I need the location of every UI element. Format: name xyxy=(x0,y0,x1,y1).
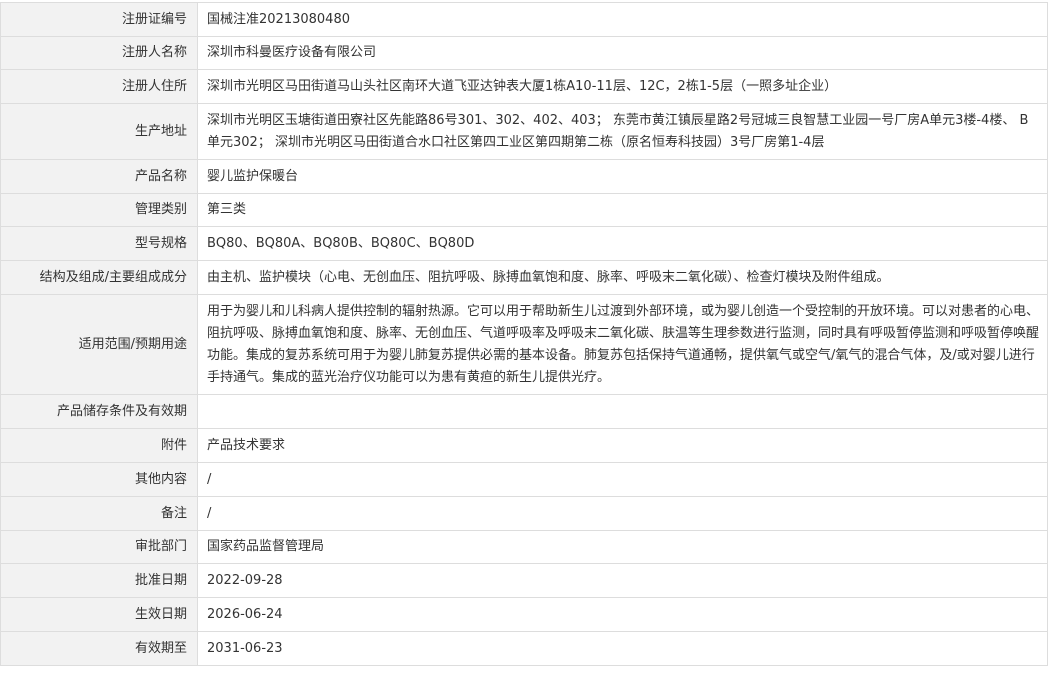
field-value: 2022-09-28 xyxy=(197,563,1048,598)
field-value: BQ80、BQ80A、BQ80B、BQ80C、BQ80D xyxy=(197,226,1048,261)
field-label: 备注 xyxy=(0,496,198,531)
label-text: 适用范围/预期用途 xyxy=(78,336,187,352)
field-value: 2026-06-24 xyxy=(197,597,1048,632)
value-text: 婴儿监护保暖台 xyxy=(207,168,299,184)
value-text: 国械注准20213080480 xyxy=(207,11,350,27)
table-row-registrant-name: 注册人名称 深圳市科曼医疗设备有限公司 xyxy=(0,36,1048,70)
field-value: 婴儿监护保暖台 xyxy=(197,159,1048,194)
label-text: 有效期至 xyxy=(134,640,187,656)
field-label: 审批部门 xyxy=(0,530,198,564)
field-label: 生产地址 xyxy=(0,103,198,160)
table-row-management-category: 管理类别 第三类 xyxy=(0,193,1048,227)
table-row-approval-date: 批准日期 2022-09-28 xyxy=(0,563,1048,598)
value-text: 深圳市科曼医疗设备有限公司 xyxy=(207,45,377,60)
table-row-approval-department: 审批部门 国家药品监督管理局 xyxy=(0,530,1048,564)
value-text: BQ80、BQ80A、BQ80B、BQ80C、BQ80D xyxy=(207,235,475,251)
field-value: 深圳市科曼医疗设备有限公司 xyxy=(197,36,1048,70)
value-text: 2022-09-28 xyxy=(207,572,283,588)
field-value: 2031-06-23 xyxy=(197,631,1048,666)
label-text: 注册人名称 xyxy=(121,45,187,60)
table-row-remarks: 备注 / xyxy=(0,496,1048,531)
label-text: 其他内容 xyxy=(134,471,187,487)
value-text: / xyxy=(207,471,212,487)
table-row-effective-date: 生效日期 2026-06-24 xyxy=(0,597,1048,632)
field-label: 附件 xyxy=(0,428,198,463)
table-row-registrant-address: 注册人住所 深圳市光明区马田街道马山头社区南环大道飞亚达钟表大厦1栋A10-11… xyxy=(0,69,1048,104)
label-text: 备注 xyxy=(160,505,187,521)
field-label: 适用范围/预期用途 xyxy=(0,294,198,395)
value-text: 用于为婴儿和儿科病人提供控制的辐射热源。它可以用于帮助新生儿过渡到外部环境，或为… xyxy=(207,303,1040,385)
field-label: 结构及组成/主要组成成分 xyxy=(0,260,198,295)
registration-detail-table: 注册证编号 国械注准20213080480 注册人名称 深圳市科曼医疗设备有限公… xyxy=(0,2,1048,666)
table-row-structure-composition: 结构及组成/主要组成成分 由主机、监护模块（心电、无创血压、阻抗呼吸、脉搏血氧饱… xyxy=(0,260,1048,295)
value-text: 由主机、监护模块（心电、无创血压、阻抗呼吸、脉搏血氧饱和度、脉率、呼吸末二氧化碳… xyxy=(207,269,890,285)
field-label: 注册证编号 xyxy=(0,2,198,37)
field-value: 深圳市光明区马田街道马山头社区南环大道飞亚达钟表大厦1栋A10-11层、12C，… xyxy=(197,69,1048,104)
label-text: 附件 xyxy=(160,437,187,453)
value-text: / xyxy=(207,505,212,521)
field-value xyxy=(197,394,1048,429)
label-text: 批准日期 xyxy=(134,572,187,588)
value-text: 产品技术要求 xyxy=(207,437,286,453)
table-row-intended-use: 适用范围/预期用途 用于为婴儿和儿科病人提供控制的辐射热源。它可以用于帮助新生儿… xyxy=(0,294,1048,395)
table-row-other-content: 其他内容 / xyxy=(0,462,1048,497)
label-text: 结构及组成/主要组成成分 xyxy=(39,269,187,285)
table-row-storage-conditions: 产品储存条件及有效期 xyxy=(0,394,1048,429)
value-text: 深圳市光明区玉塘街道田寮社区先能路86号301、302、402、403； 东莞市… xyxy=(207,112,1029,150)
label-text: 注册人住所 xyxy=(121,78,187,94)
table-row-valid-until: 有效期至 2031-06-23 xyxy=(0,631,1048,666)
field-label: 批准日期 xyxy=(0,563,198,598)
field-label: 产品储存条件及有效期 xyxy=(0,394,198,429)
field-value: 国械注准20213080480 xyxy=(197,2,1048,37)
label-text: 产品储存条件及有效期 xyxy=(56,403,187,419)
field-value: 产品技术要求 xyxy=(197,428,1048,463)
value-text: 2031-06-23 xyxy=(207,640,283,656)
label-text: 管理类别 xyxy=(134,202,187,217)
field-label: 有效期至 xyxy=(0,631,198,666)
table-row-registration-number: 注册证编号 国械注准20213080480 xyxy=(0,2,1048,37)
field-label: 产品名称 xyxy=(0,159,198,194)
value-text: 2026-06-24 xyxy=(207,606,283,622)
field-label: 注册人名称 xyxy=(0,36,198,70)
field-value: / xyxy=(197,462,1048,497)
field-value: 用于为婴儿和儿科病人提供控制的辐射热源。它可以用于帮助新生儿过渡到外部环境，或为… xyxy=(197,294,1048,395)
field-value: 第三类 xyxy=(197,193,1048,227)
label-text: 注册证编号 xyxy=(121,11,187,27)
label-text: 型号规格 xyxy=(134,235,187,251)
field-label: 型号规格 xyxy=(0,226,198,261)
field-value: / xyxy=(197,496,1048,531)
label-text: 审批部门 xyxy=(134,539,187,554)
table-row-production-address: 生产地址 深圳市光明区玉塘街道田寮社区先能路86号301、302、402、403… xyxy=(0,103,1048,160)
field-value: 国家药品监督管理局 xyxy=(197,530,1048,564)
field-value: 由主机、监护模块（心电、无创血压、阻抗呼吸、脉搏血氧饱和度、脉率、呼吸末二氧化碳… xyxy=(197,260,1048,295)
value-text: 第三类 xyxy=(207,202,247,217)
field-label: 注册人住所 xyxy=(0,69,198,104)
label-text: 生效日期 xyxy=(134,606,187,622)
table-row-product-name: 产品名称 婴儿监护保暖台 xyxy=(0,159,1048,194)
value-text: 深圳市光明区马田街道马山头社区南环大道飞亚达钟表大厦1栋A10-11层、12C，… xyxy=(207,78,838,94)
table-row-model-spec: 型号规格 BQ80、BQ80A、BQ80B、BQ80C、BQ80D xyxy=(0,226,1048,261)
label-text: 生产地址 xyxy=(134,123,187,139)
field-value: 深圳市光明区玉塘街道田寮社区先能路86号301、302、402、403； 东莞市… xyxy=(197,103,1048,160)
label-text: 产品名称 xyxy=(134,168,187,184)
table-row-attachment: 附件 产品技术要求 xyxy=(0,428,1048,463)
value-text: 国家药品监督管理局 xyxy=(207,539,325,554)
field-label: 管理类别 xyxy=(0,193,198,227)
field-label: 其他内容 xyxy=(0,462,198,497)
field-label: 生效日期 xyxy=(0,597,198,632)
